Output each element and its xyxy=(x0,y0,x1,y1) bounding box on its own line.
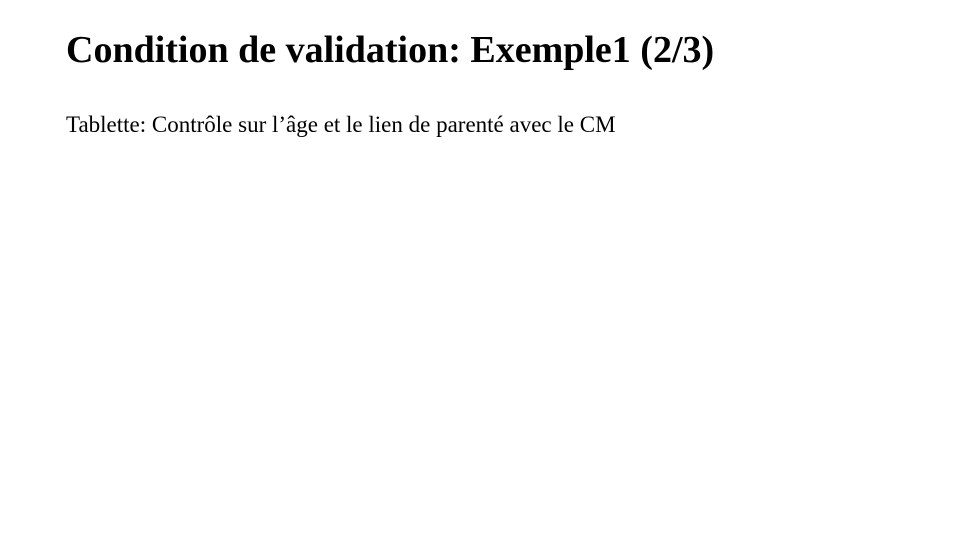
slide-title: Condition de validation: Exemple1 (2/3) xyxy=(66,28,894,74)
slide-body-text: Tablette: Contrôle sur l’âge et le lien … xyxy=(66,110,894,140)
slide-container: Condition de validation: Exemple1 (2/3) … xyxy=(0,0,960,540)
